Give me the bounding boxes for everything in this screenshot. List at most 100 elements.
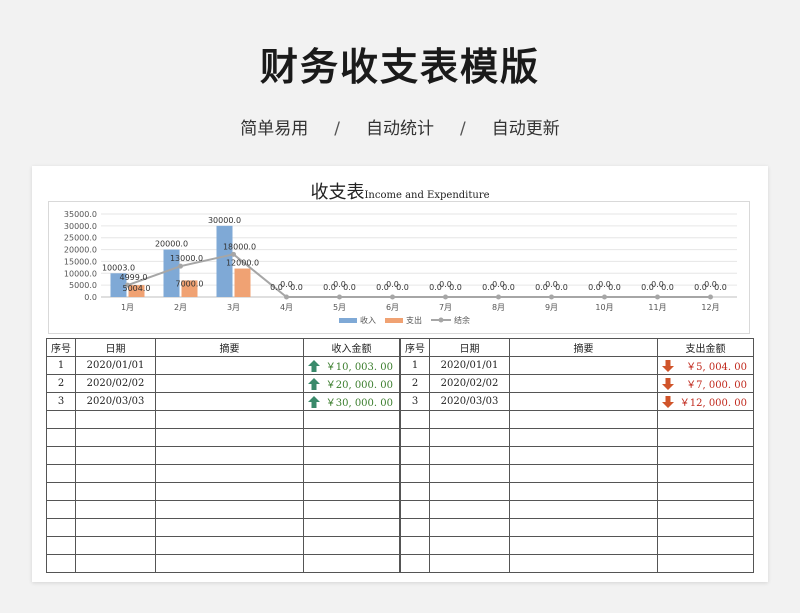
cell-amount[interactable] [657,428,754,447]
cell-date[interactable] [75,518,156,537]
cell-date[interactable]: 2020/03/03 [429,392,510,411]
cell-date[interactable] [75,554,156,573]
cell-amount[interactable] [303,482,400,501]
cell-date[interactable] [429,536,510,555]
cell-date[interactable] [75,428,156,447]
cell-date[interactable] [75,464,156,483]
cell-date[interactable] [75,500,156,519]
cell-index[interactable] [400,446,430,465]
cell-date[interactable] [429,410,510,429]
income-expenditure-chart[interactable]: 0.0 5000.0 10000.0 15000.0 20000.0 25000.0 300… [48,201,750,334]
cell-amount[interactable] [303,410,400,429]
cell-summary[interactable] [509,536,658,555]
cell-summary[interactable] [155,500,304,519]
cell-amount[interactable] [303,554,400,573]
cell-index[interactable] [46,536,76,555]
cell-date[interactable] [75,446,156,465]
cell-amount[interactable] [657,536,754,555]
cell-amount[interactable] [657,482,754,501]
cell-date[interactable] [75,482,156,501]
cell-amount[interactable] [303,518,400,537]
cell-date[interactable] [429,554,510,573]
cell-index[interactable] [400,500,430,519]
cell-index[interactable] [46,518,76,537]
cell-date[interactable]: 2020/03/03 [75,392,156,411]
cell-amount[interactable]: ￥5, 004. 00 [657,356,754,375]
cell-amount[interactable] [657,518,754,537]
up-arrow-icon [308,360,320,372]
cell-index[interactable]: 3 [400,392,430,411]
cell-summary[interactable] [155,464,304,483]
cell-summary[interactable] [155,554,304,573]
cell-index[interactable] [400,518,430,537]
cell-index[interactable] [46,410,76,429]
cell-summary[interactable] [155,374,304,393]
cell-index[interactable] [400,482,430,501]
cell-date[interactable]: 2020/01/01 [75,356,156,375]
cell-summary[interactable] [509,374,658,393]
cell-index[interactable]: 2 [46,374,76,393]
cell-amount[interactable] [657,554,754,573]
cell-summary[interactable] [155,428,304,447]
cell-summary[interactable] [509,482,658,501]
table-row [46,482,400,501]
table-row [400,446,754,465]
cell-index[interactable] [400,428,430,447]
cell-summary[interactable] [155,518,304,537]
cell-index[interactable]: 1 [400,356,430,375]
cell-amount[interactable] [657,446,754,465]
cell-index[interactable] [400,536,430,555]
cell-amount[interactable]: ￥7, 000. 00 [657,374,754,393]
cell-index[interactable] [46,500,76,519]
cell-amount[interactable] [303,446,400,465]
cell-amount[interactable] [657,500,754,519]
cell-summary[interactable] [509,410,658,429]
cell-amount[interactable] [303,536,400,555]
cell-amount[interactable]: ￥12, 000. 00 [657,392,754,411]
cell-index[interactable] [400,464,430,483]
cell-amount[interactable] [303,464,400,483]
cell-summary[interactable] [509,428,658,447]
cell-summary[interactable] [509,500,658,519]
cell-amount[interactable]: ￥30, 000. 00 [303,392,400,411]
cell-date[interactable]: 2020/02/02 [75,374,156,393]
cell-index[interactable] [46,482,76,501]
cell-date[interactable] [429,446,510,465]
cell-summary[interactable] [509,464,658,483]
cell-index[interactable] [400,410,430,429]
cell-summary[interactable] [155,410,304,429]
cell-index[interactable]: 2 [400,374,430,393]
cell-amount[interactable]: ￥20, 000. 00 [303,374,400,393]
cell-summary[interactable] [509,554,658,573]
cell-summary[interactable] [155,482,304,501]
cell-summary[interactable] [509,392,658,411]
cell-summary[interactable] [509,356,658,375]
cell-amount[interactable] [303,428,400,447]
cell-summary[interactable] [155,536,304,555]
cell-date[interactable] [429,428,510,447]
cell-amount[interactable] [657,464,754,483]
cell-index[interactable] [46,446,76,465]
cell-summary[interactable] [155,446,304,465]
cell-index[interactable]: 1 [46,356,76,375]
cell-amount[interactable]: ￥10, 003. 00 [303,356,400,375]
cell-date[interactable] [75,410,156,429]
cell-summary[interactable] [509,518,658,537]
cell-index[interactable] [400,554,430,573]
cell-summary[interactable] [155,356,304,375]
cell-date[interactable] [429,464,510,483]
cell-amount[interactable] [303,500,400,519]
cell-date[interactable] [429,482,510,501]
cell-date[interactable] [429,500,510,519]
cell-index[interactable] [46,554,76,573]
cell-date[interactable] [75,536,156,555]
cell-summary[interactable] [155,392,304,411]
cell-index[interactable] [46,464,76,483]
cell-date[interactable] [429,518,510,537]
cell-date[interactable]: 2020/02/02 [429,374,510,393]
cell-index[interactable]: 3 [46,392,76,411]
cell-amount[interactable] [657,410,754,429]
cell-summary[interactable] [509,446,658,465]
cell-date[interactable]: 2020/01/01 [429,356,510,375]
cell-index[interactable] [46,428,76,447]
